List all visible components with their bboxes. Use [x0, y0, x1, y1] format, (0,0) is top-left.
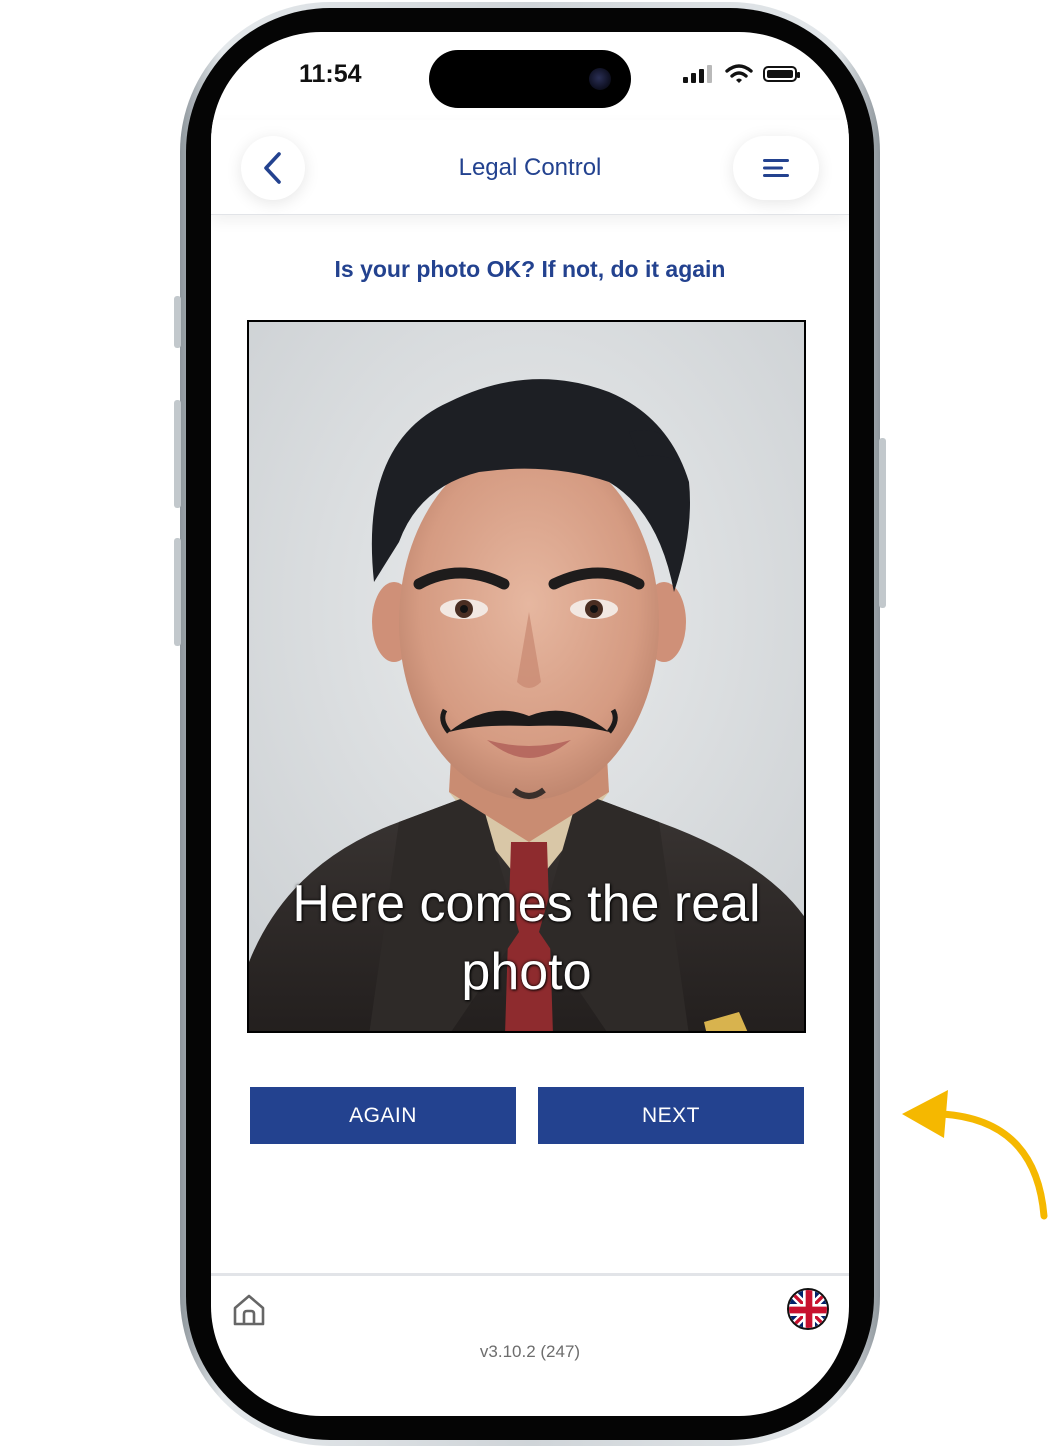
next-button[interactable]: NEXT — [538, 1087, 804, 1144]
front-camera — [589, 68, 611, 90]
app-header: Legal Control — [211, 120, 849, 215]
bottom-bar: v3.10.2 (247) — [211, 1273, 849, 1416]
status-icons — [683, 64, 800, 84]
volume-up-button — [174, 400, 181, 508]
home-icon[interactable] — [231, 1292, 267, 1328]
dynamic-island — [429, 50, 631, 108]
curved-arrow-icon — [902, 1090, 1048, 1220]
power-button — [879, 438, 886, 608]
photo-confirm-prompt: Is your photo OK? If not, do it again — [334, 256, 726, 282]
cellular-signal-icon — [683, 65, 712, 83]
uk-flag-icon[interactable] — [787, 1288, 829, 1330]
app-version: v3.10.2 (247) — [479, 1342, 581, 1361]
action-button — [174, 296, 181, 348]
stage: 11:54 Legal Control Is your photo OK? If… — [0, 0, 1058, 1448]
battery-icon — [763, 66, 800, 82]
phone-screen: 11:54 Legal Control Is your photo OK? If… — [211, 32, 849, 1416]
volume-down-button — [174, 538, 181, 646]
menu-button[interactable] — [733, 136, 819, 200]
photo-placeholder-text: Here comes the real photo — [292, 875, 761, 1001]
captured-photo: Here comes the real photo — [247, 320, 806, 1033]
again-button[interactable]: AGAIN — [250, 1087, 516, 1144]
status-time: 11:54 — [299, 60, 362, 88]
menu-icon — [763, 159, 789, 177]
wifi-icon — [725, 64, 753, 83]
